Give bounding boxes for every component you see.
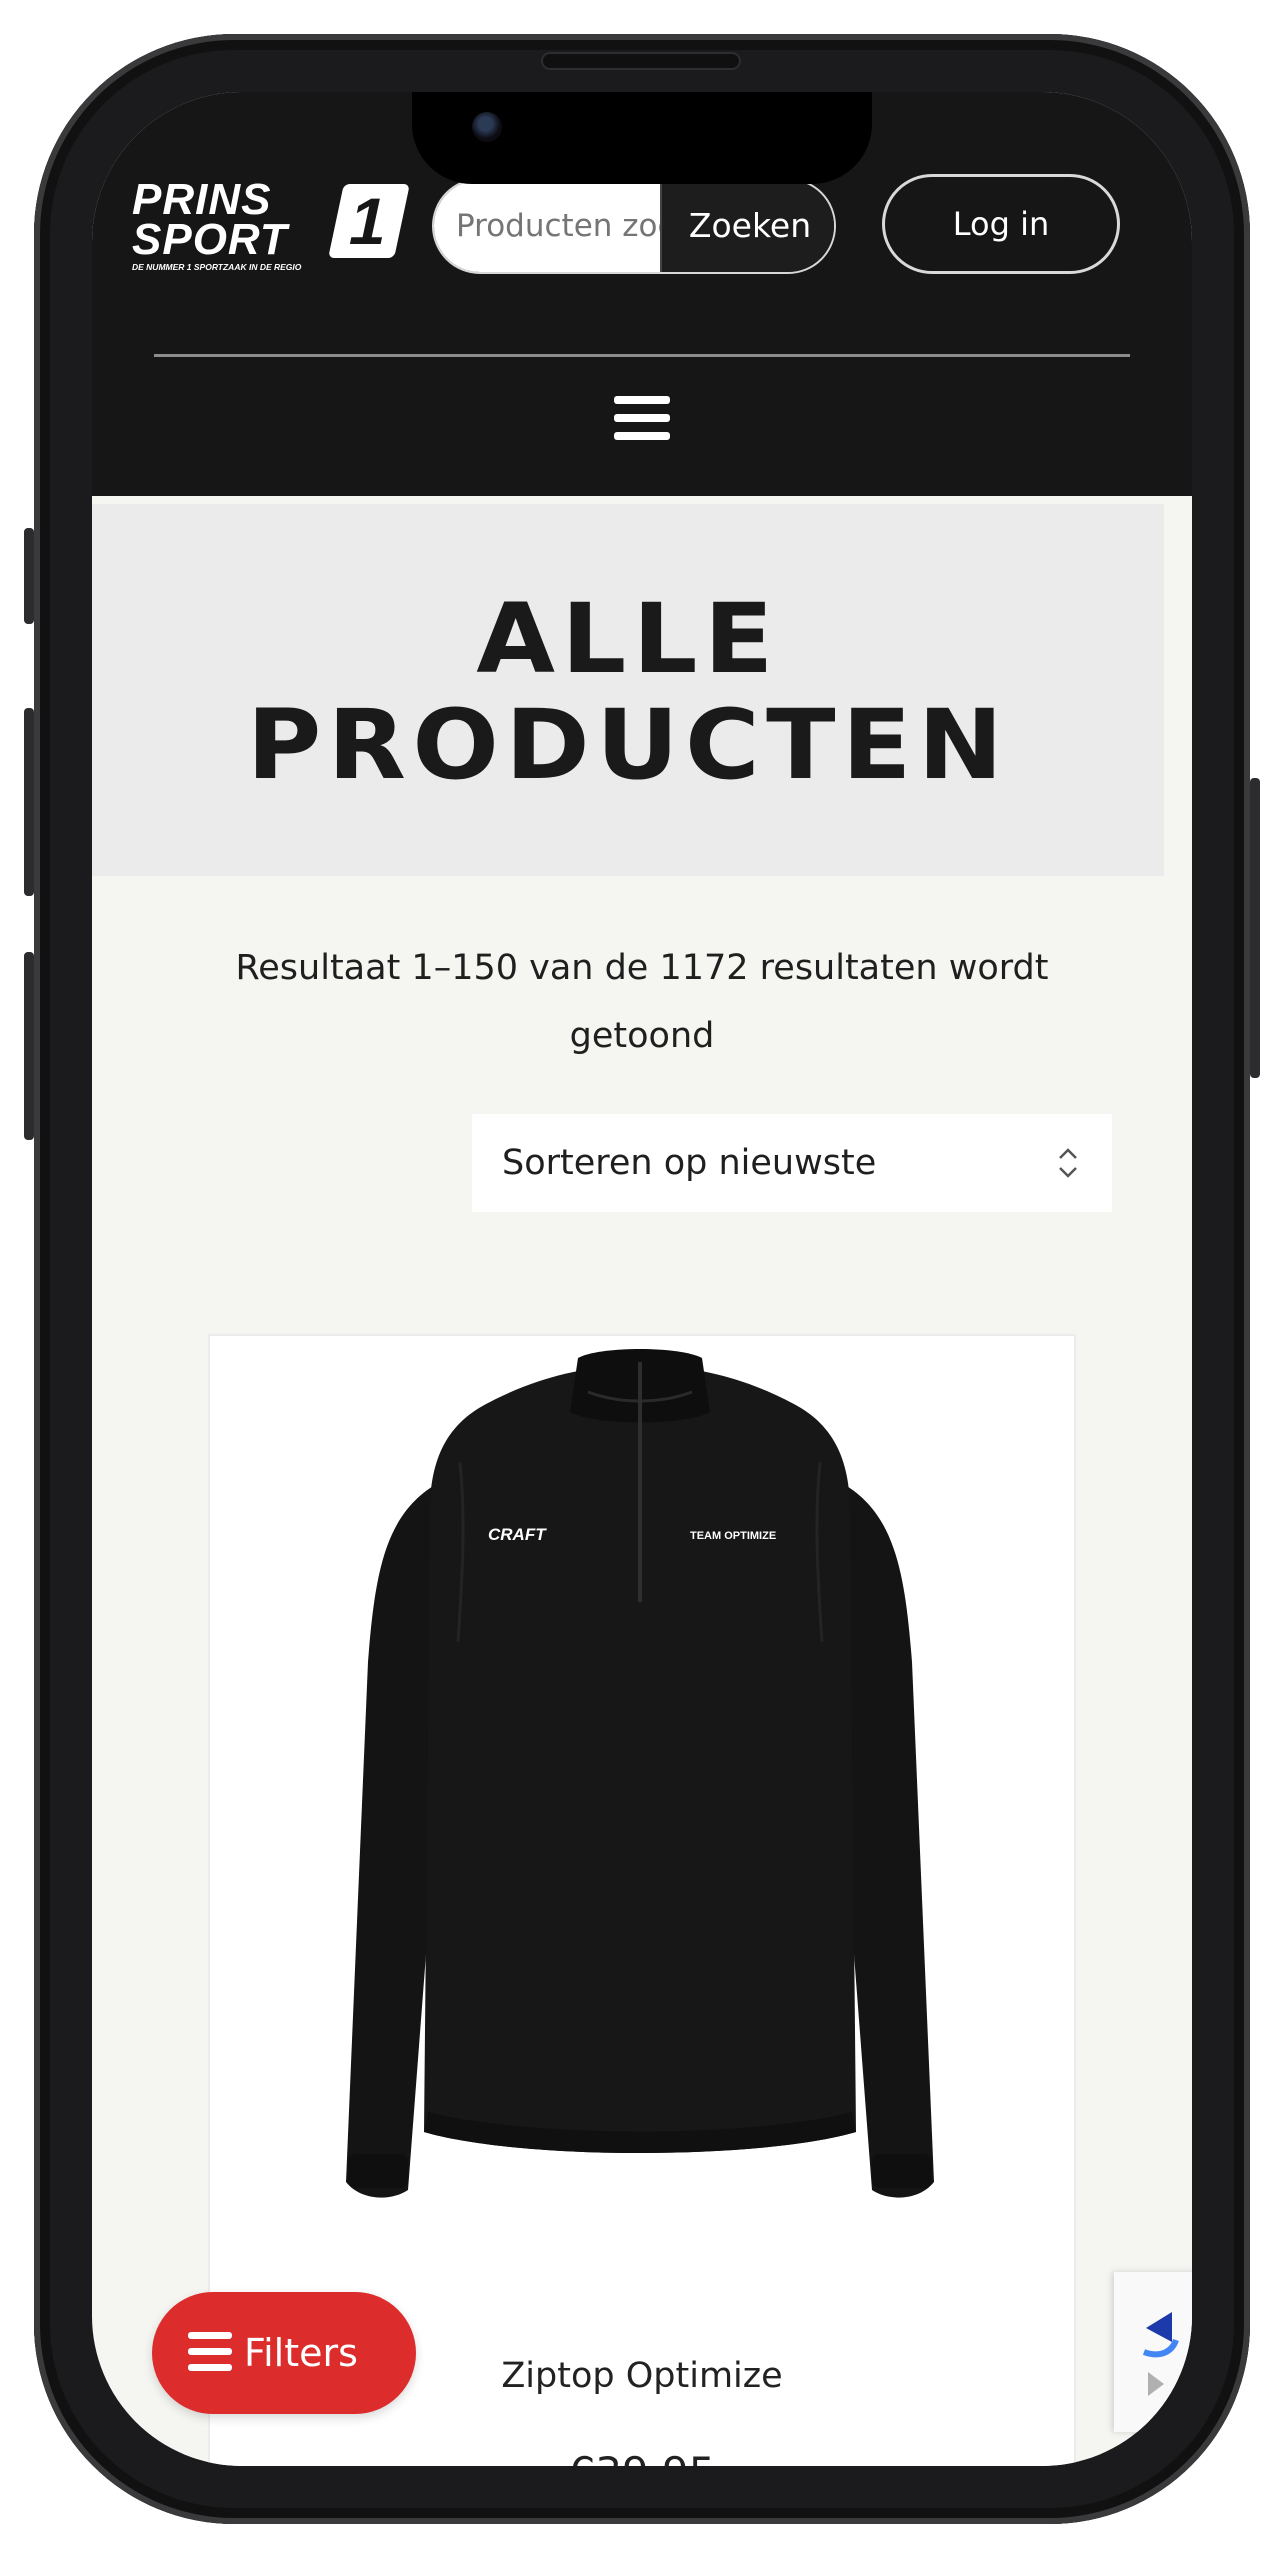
page-title-line2: PRODUCTEN [246,689,1010,801]
result-count: Resultaat 1–150 van de 1172 resultaten w… [235,948,1049,1056]
product-brand-text: CRAFT [488,1525,547,1544]
filters-label: Filters [244,2331,358,2375]
recaptcha-badge[interactable] [1114,2272,1192,2432]
up-down-chevron-icon [1059,1148,1077,1178]
notch [412,92,872,184]
login-button[interactable]: Log in [882,174,1120,274]
sort-select[interactable]: Sorteren op nieuwste [472,1114,1112,1212]
product-team-text: TEAM OPTIMIZE [690,1530,776,1542]
page-title-band: ALLE PRODUCTEN [92,504,1164,876]
mute-switch [24,528,34,624]
search-button[interactable]: Zoeken [660,180,834,272]
sort-selected-value: Sorteren op nieuwste [502,1143,877,1183]
logo-line2: SPORT [132,215,288,264]
recaptcha-icon [1142,2312,1179,2396]
logo-tagline: DE NUMMER 1 SPORTZAAK IN DE REGIO [132,262,302,272]
prinssport-logo[interactable]: PRINS SPORT 1 DE NUMMER 1 SPORTZAAK IN D… [132,175,410,274]
search-input[interactable] [434,180,660,272]
earpiece-speaker [541,52,741,70]
phone-screen: PRINS SPORT 1 DE NUMMER 1 SPORTZAAK IN D… [92,92,1192,2466]
list-icon [188,2332,232,2372]
search-bar: Zoeken [432,178,836,274]
volume-up-button [24,708,34,896]
logo-badge: 1 [328,184,410,258]
header-divider [154,354,1130,357]
camera-icon [472,112,502,142]
logo-line1: PRINS [132,175,272,224]
logo-badge-digit: 1 [342,184,396,258]
product-image[interactable]: CRAFT TEAM OPTIMIZE [290,1342,990,2222]
page-title-line1: ALLE [476,583,780,695]
hamburger-menu-icon[interactable] [614,396,670,440]
product-price: €39,95 [210,2448,1074,2466]
page-title: ALLE PRODUCTEN [92,586,1192,798]
filters-button[interactable]: Filters [152,2292,416,2414]
power-button [1250,778,1260,1078]
volume-down-button [24,952,34,1140]
